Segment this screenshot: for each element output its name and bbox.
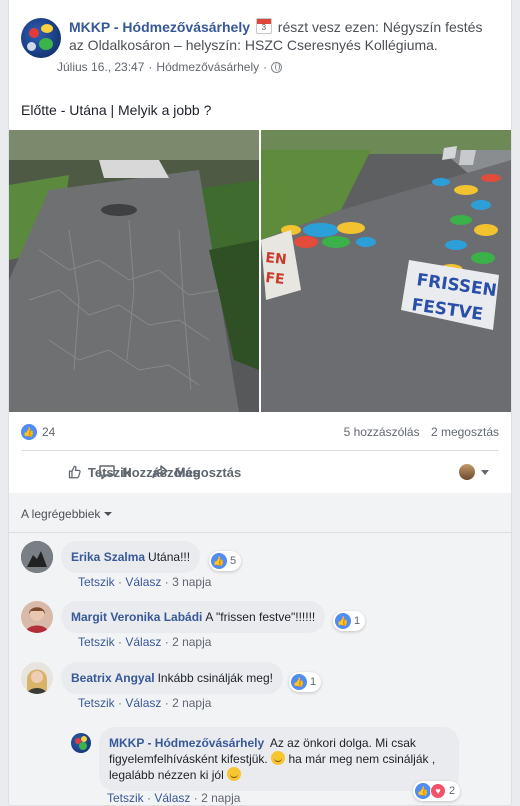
- comment-like-link[interactable]: Tetszik: [107, 791, 144, 805]
- comment-button[interactable]: Hozzászólás: [69, 463, 229, 481]
- comment-sort-dropdown[interactable]: A legrégebbiek: [21, 507, 113, 521]
- comments-section: A legrégebbiek Erika Szalma Utána!!! 👍 5 …: [9, 493, 511, 805]
- share-count[interactable]: 2 megosztás: [431, 425, 499, 439]
- comment-author[interactable]: Beatrix Angyal: [71, 671, 155, 685]
- comment-reactions[interactable]: 👍 5: [209, 551, 242, 571]
- post-card: MKKP - Hódmezővásárhely 3 részt vesz eze…: [8, 0, 512, 806]
- comment-like-link[interactable]: Tetszik: [78, 635, 115, 649]
- comment-reactions[interactable]: 👍 1: [333, 611, 366, 631]
- comment-reactions[interactable]: 👍 ♥ 2: [413, 781, 461, 801]
- comment-author[interactable]: Margit Veronika Labádi: [71, 610, 202, 624]
- like-count[interactable]: 24: [42, 425, 55, 439]
- comment-actions: Tetszik · Válasz · 2 napja: [78, 696, 212, 710]
- comment-icon: [99, 465, 116, 480]
- like-reaction-icon: 👍: [335, 613, 351, 629]
- comment-actions: Tetszik · Válasz · 2 napja: [78, 635, 212, 649]
- like-reaction-icon: 👍: [291, 674, 307, 690]
- comment-reply-link[interactable]: Válasz: [125, 635, 161, 649]
- chevron-down-icon: [104, 512, 113, 516]
- comment-bubble: Beatrix Angyal Inkább csinálják meg!: [61, 662, 283, 694]
- smile-emoji-icon: [227, 767, 242, 781]
- svg-text:FE: FE: [265, 270, 286, 288]
- comment-like-link[interactable]: Tetszik: [78, 575, 115, 589]
- like-reaction-icon[interactable]: 👍: [21, 424, 37, 440]
- commenter-avatar[interactable]: [21, 601, 53, 633]
- page-avatar[interactable]: [21, 18, 61, 58]
- love-reaction-icon: ♥: [430, 783, 446, 799]
- calendar-icon: 3: [255, 18, 272, 34]
- comment-bubble: Margit Veronika Labádi A "frissen festve"…: [61, 601, 326, 633]
- comment-bubble: MKKP - Hódmezővásárhely Az az önkori dol…: [99, 727, 459, 791]
- before-photo: [9, 130, 259, 412]
- comment-reactions[interactable]: 👍 1: [289, 672, 322, 692]
- comment-time[interactable]: 2 napja: [172, 696, 211, 710]
- post-meta: Július 16., 23:47 · Hódmezővásárhely ·: [57, 60, 283, 74]
- post-stats: 👍 24 5 hozzászólás 2 megosztás: [21, 422, 499, 442]
- stats-right: 5 hozzászólás 2 megosztás: [344, 425, 499, 439]
- post-location[interactable]: Hódmezővásárhely: [156, 60, 259, 74]
- post-photo[interactable]: EN FE FRISSEN FESTVE: [9, 130, 511, 412]
- comment-actions: Tetszik · Válasz · 3 napja: [78, 575, 212, 589]
- after-photo: EN FE FRISSEN FESTVE: [261, 130, 511, 412]
- comment-reply-link[interactable]: Válasz: [125, 575, 161, 589]
- comment-reply-link[interactable]: Válasz: [154, 791, 190, 805]
- comment-button-label: Hozzászólás: [122, 464, 200, 480]
- comment-count[interactable]: 5 hozzászólás: [344, 425, 420, 439]
- commenter-avatar[interactable]: [71, 733, 91, 753]
- comment-author[interactable]: MKKP - Hódmezővásárhely: [109, 736, 264, 750]
- sort-divider: [9, 532, 511, 533]
- globe-icon[interactable]: [271, 61, 283, 73]
- comment-time[interactable]: 3 napja: [172, 575, 211, 589]
- svg-text:EN: EN: [265, 250, 288, 268]
- sort-label: A legrégebbiek: [21, 507, 101, 521]
- comment-text: A "frissen festve"!!!!!!: [205, 610, 316, 624]
- comment-reply-link[interactable]: Válasz: [125, 696, 161, 710]
- comment-text: Utána!!!: [148, 550, 191, 564]
- post-headline: MKKP - Hódmezővásárhely 3 részt vesz eze…: [69, 18, 501, 54]
- comment-like-link[interactable]: Tetszik: [78, 696, 115, 710]
- post-timestamp[interactable]: Július 16., 23:47: [57, 60, 144, 74]
- commenter-avatar[interactable]: [21, 541, 53, 573]
- comment-time[interactable]: 2 napja: [172, 635, 211, 649]
- like-reaction-icon: 👍: [415, 783, 431, 799]
- profile-picker[interactable]: [459, 464, 489, 480]
- smile-emoji-icon: [271, 751, 286, 765]
- comment-text: Inkább csinálják meg!: [157, 671, 273, 685]
- like-reaction-icon: 👍: [211, 553, 227, 569]
- comment-author[interactable]: Erika Szalma: [71, 550, 145, 564]
- comment-actions: Tetszik · Válasz · 2 napja: [107, 791, 241, 805]
- page-name-link[interactable]: MKKP - Hódmezővásárhely: [69, 19, 250, 35]
- stats-divider: [21, 450, 499, 451]
- post-text: Előtte - Utána | Melyik a jobb ?: [21, 102, 212, 118]
- comment-bubble: Erika Szalma Utána!!!: [61, 541, 201, 573]
- user-avatar: [459, 464, 475, 480]
- comment-time[interactable]: 2 napja: [201, 791, 240, 805]
- post-actions: Tetszik Hozzászólás Megosztás: [21, 458, 499, 486]
- chevron-down-icon: [481, 469, 489, 475]
- commenter-avatar[interactable]: [21, 662, 53, 694]
